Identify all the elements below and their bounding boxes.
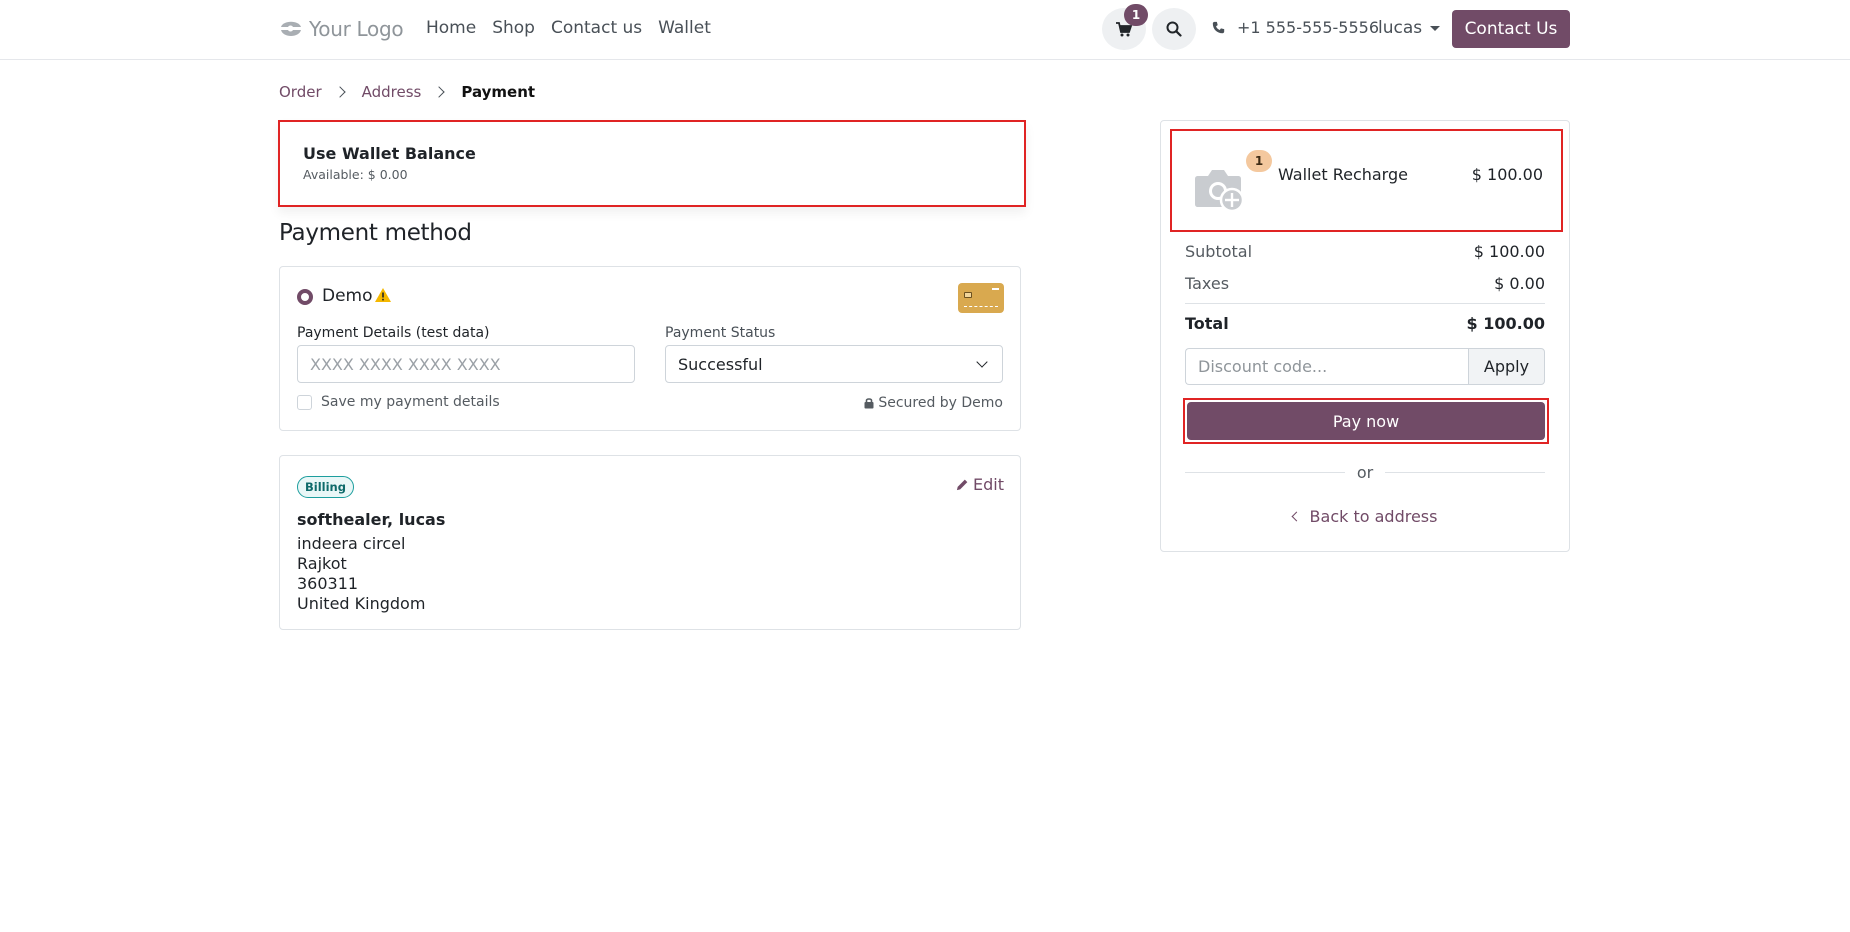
- breadcrumb-order[interactable]: Order: [279, 83, 322, 101]
- credit-card-icon: [958, 283, 1004, 313]
- payment-details-label: Payment Details (test data): [297, 325, 490, 341]
- user-name: lucas: [1378, 18, 1423, 38]
- total-value: $ 100.00: [1466, 314, 1545, 333]
- lock-icon: [864, 398, 874, 409]
- order-summary-card: 1 Wallet Recharge $ 100.00 Subtotal $ 10…: [1160, 120, 1570, 552]
- nav-contact-us[interactable]: Contact us: [551, 18, 642, 38]
- payment-status-label: Payment Status: [665, 325, 776, 341]
- nav-home[interactable]: Home: [426, 18, 476, 38]
- phone-number: +1 555-555-5556: [1237, 18, 1380, 37]
- edit-label: Edit: [973, 475, 1004, 494]
- billing-badge: Billing: [297, 476, 354, 498]
- chevron-right-icon: [333, 86, 346, 98]
- or-separator: or: [1185, 463, 1545, 482]
- item-price: $ 100.00: [1471, 165, 1543, 184]
- billing-city: Rajkot: [297, 554, 347, 573]
- taxes-row: Taxes $ 0.00: [1185, 274, 1545, 293]
- save-payment-label[interactable]: Save my payment details: [321, 394, 500, 410]
- taxes-label: Taxes: [1185, 274, 1230, 293]
- logo-text: Your Logo: [309, 17, 404, 41]
- caret-down-icon: [1430, 25, 1441, 31]
- billing-country: United Kingdom: [297, 594, 426, 613]
- subtotal-label: Subtotal: [1185, 242, 1253, 261]
- checkout-breadcrumb: Order Address Payment: [279, 83, 535, 101]
- save-payment-checkbox[interactable]: [297, 395, 312, 410]
- payment-status-value: Successful: [678, 354, 763, 374]
- payment-method-card: Demo Payment Details (test data) Payment…: [279, 266, 1021, 431]
- item-name: Wallet Recharge: [1278, 165, 1408, 184]
- item-quantity-badge: 1: [1246, 150, 1272, 172]
- search-button[interactable]: [1152, 8, 1196, 50]
- secured-text: Secured by Demo: [878, 395, 1003, 411]
- chevron-right-icon: [433, 86, 446, 98]
- chevron-left-icon: [1291, 511, 1301, 522]
- payment-method-title: Payment method: [279, 220, 472, 246]
- contact-us-button[interactable]: Contact Us: [1452, 10, 1570, 48]
- summary-divider: [1185, 303, 1545, 304]
- discount-code-input[interactable]: [1185, 348, 1468, 385]
- camera-placeholder-icon: [1195, 170, 1245, 212]
- billing-name: softhealer, lucas: [297, 510, 446, 529]
- wallet-title: Use Wallet Balance: [303, 144, 476, 163]
- or-text: or: [1356, 463, 1374, 482]
- billing-zip: 360311: [297, 574, 359, 593]
- back-to-address-link[interactable]: Back to address: [1185, 507, 1545, 526]
- site-header: Your Logo Home Shop Contact us Wallet 1 …: [0, 0, 1850, 60]
- total-row: Total $ 100.00: [1185, 314, 1545, 333]
- breadcrumb-payment: Payment: [461, 83, 536, 101]
- billing-address: indeera circel Rajkot 360311 United King…: [297, 534, 425, 614]
- back-label: Back to address: [1309, 507, 1438, 526]
- user-menu[interactable]: lucas: [1378, 18, 1441, 38]
- subtotal-row: Subtotal $ 100.00: [1185, 242, 1545, 261]
- total-label: Total: [1185, 314, 1229, 333]
- taxes-value: $ 0.00: [1494, 274, 1545, 293]
- payment-details-input[interactable]: [297, 345, 635, 383]
- logo-icon: [281, 21, 301, 36]
- phone-icon: [1212, 21, 1225, 34]
- edit-billing-button[interactable]: Edit: [956, 475, 1004, 494]
- demo-radio[interactable]: [297, 289, 313, 305]
- site-logo[interactable]: Your Logo: [279, 16, 404, 42]
- billing-address-card: Billing Edit softhealer, lucas indeera c…: [279, 455, 1021, 630]
- search-icon: [1166, 21, 1182, 37]
- cart-count-badge: 1: [1124, 4, 1148, 26]
- main-nav: Home Shop Contact us Wallet: [426, 18, 711, 38]
- secured-by: Secured by Demo: [864, 395, 1003, 411]
- breadcrumb-address[interactable]: Address: [362, 83, 422, 101]
- pencil-icon: [956, 479, 968, 491]
- chevron-down-icon: [976, 356, 988, 368]
- discount-group: Apply: [1185, 348, 1545, 385]
- wallet-available-balance: Available: $ 0.00: [303, 167, 408, 182]
- warning-icon: [375, 288, 391, 302]
- payment-status-select[interactable]: Successful: [665, 345, 1003, 383]
- nav-wallet[interactable]: Wallet: [658, 18, 711, 38]
- provider-label[interactable]: Demo: [322, 286, 373, 306]
- subtotal-value: $ 100.00: [1473, 242, 1545, 261]
- phone-contact[interactable]: +1 555-555-5556: [1212, 18, 1379, 37]
- use-wallet-balance-card[interactable]: Use Wallet Balance Available: $ 0.00: [278, 120, 1026, 207]
- billing-street: indeera circel: [297, 534, 406, 553]
- apply-discount-button[interactable]: Apply: [1468, 348, 1545, 385]
- cart-line-item: 1 Wallet Recharge $ 100.00: [1170, 129, 1563, 232]
- pay-now-highlight: Pay now: [1183, 398, 1549, 444]
- pay-now-button[interactable]: Pay now: [1187, 402, 1545, 440]
- nav-shop[interactable]: Shop: [492, 18, 535, 38]
